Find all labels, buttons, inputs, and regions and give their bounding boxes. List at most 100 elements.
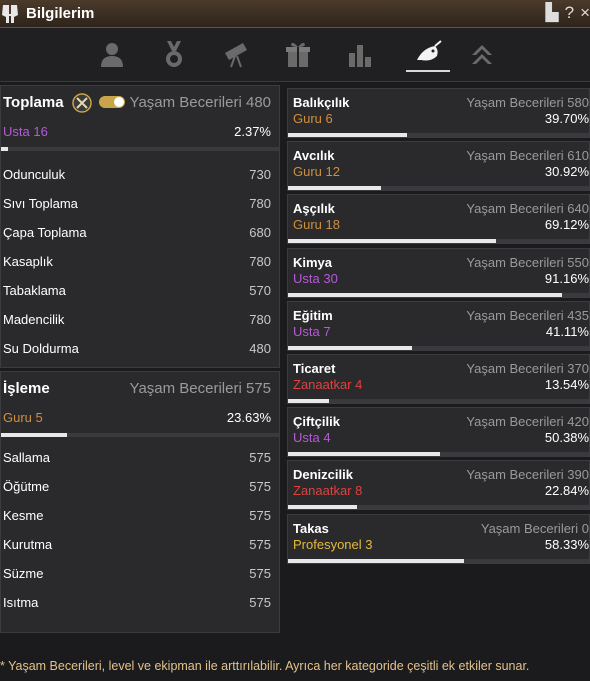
- skill-name: Su Doldurma: [3, 341, 79, 356]
- close-icon[interactable]: ×: [580, 3, 590, 23]
- medal-tab[interactable]: [152, 36, 196, 72]
- skill-value: 575: [249, 508, 271, 523]
- skill-card-progress-track: [288, 558, 589, 563]
- skill-card-percent: 50.38%: [544, 430, 589, 446]
- skill-card-progress-track: [288, 239, 589, 244]
- toggle-knob: [114, 97, 124, 107]
- skill-card-name: Ticaret: [293, 361, 336, 376]
- list-item: Kasaplık 780: [1, 247, 279, 276]
- skill-card-progress-fill: [288, 133, 408, 137]
- skill-card-percent: 39.70%: [544, 111, 589, 126]
- skill-value: 575: [249, 566, 271, 581]
- skill-card-progress-fill: [288, 399, 329, 403]
- skill-card-level: Usta 30: [293, 270, 338, 286]
- fishing-icon: [417, 40, 442, 61]
- skill-card-progress-fill: [288, 345, 412, 350]
- gathering-progress-track: [1, 147, 279, 151]
- title-bar: Bilgilerim ▙ ? ×: [0, 0, 590, 28]
- skill-name: Sıvı Toplama: [3, 196, 78, 211]
- gathering-panel: Toplama Yaşam Becerileri 480 Usta 16 2.3…: [0, 85, 280, 368]
- gift-tab[interactable]: [276, 36, 320, 72]
- gathering-level: Usta 16: [3, 124, 48, 139]
- skill-card-progress-track: [288, 292, 589, 297]
- skill-card-progress-fill: [288, 558, 464, 563]
- skill-value: 780: [249, 196, 271, 211]
- skill-card-name: Aşçılık: [293, 201, 335, 217]
- life-skill-tab[interactable]: [406, 36, 450, 72]
- processing-life-skill: Yaşam Becerileri 575: [129, 380, 271, 397]
- skill-card-progress-track: [288, 345, 589, 350]
- skill-card-progress-fill: [288, 239, 497, 244]
- skill-card-progress-track: [288, 186, 589, 191]
- telescope-tab[interactable]: [214, 36, 258, 72]
- list-item: Sıvı Toplama 780: [1, 189, 279, 218]
- gift-icon: [286, 42, 310, 67]
- telescope-icon: [225, 43, 247, 68]
- skill-card-life: Yaşam Becerileri 370: [466, 361, 589, 376]
- skill-value: 480: [249, 341, 271, 356]
- skill-card-life: Yaşam Becerileri 610: [466, 148, 589, 164]
- skill-card-level: Profesyonel 3: [293, 536, 373, 552]
- gathering-list: Odunculuk 730 Sıvı Toplama 780 Çapa Toplama 6…: [1, 160, 279, 363]
- document-icon[interactable]: ▙: [546, 3, 559, 23]
- skill-name: Süzme: [3, 566, 44, 581]
- list-item: Süzme 575: [1, 559, 279, 588]
- list-item: Tabaklama 570: [1, 276, 279, 305]
- skill-card[interactable]: Takas Yaşam Becerileri 0 Profesyonel 3 58.3…: [287, 513, 590, 564]
- skill-card-name: Takas: [293, 520, 329, 536]
- skill-card[interactable]: Ticaret Yaşam Becerileri 370 Zanaatkar 4 13…: [287, 354, 590, 404]
- skill-card-progress-fill: [288, 186, 382, 191]
- list-item: Sallama 575: [1, 443, 279, 472]
- tab-bar: [0, 28, 590, 82]
- skill-card-life: Yaşam Becerileri 390: [466, 467, 589, 483]
- list-item: Su Doldurma 480: [1, 334, 279, 363]
- skill-name: Sallama: [3, 450, 50, 465]
- skill-card[interactable]: Eğitim Yaşam Becerileri 435 Usta 7 41.11%: [287, 300, 590, 351]
- list-item: Kurutma 575: [1, 530, 279, 559]
- stats-tab[interactable]: [338, 36, 382, 72]
- skill-card-level: Guru 12: [293, 164, 340, 180]
- skill-card[interactable]: Avcılık Yaşam Becerileri 610 Guru 12 30.92%: [287, 141, 590, 192]
- help-icon[interactable]: ?: [565, 3, 574, 23]
- window-title: Bilgilerim: [26, 5, 95, 22]
- skill-card[interactable]: Çiftçilik Yaşam Becerileri 420 Usta 4 50.38…: [287, 407, 590, 458]
- skill-card-progress-track: [288, 399, 589, 403]
- skill-card-level: Guru 6: [293, 111, 333, 126]
- skill-name: Madencilik: [3, 312, 65, 327]
- skill-card-percent: 13.54%: [544, 377, 589, 392]
- gathering-toggle[interactable]: [99, 96, 125, 108]
- skill-card-percent: 41.11%: [545, 323, 589, 339]
- list-item: Çapa Toplama 680: [1, 218, 279, 247]
- skill-name: Kasaplık: [3, 254, 53, 269]
- skill-value: 575: [249, 537, 271, 552]
- rank-tab[interactable]: [460, 36, 504, 72]
- skill-card[interactable]: Denizcilik Yaşam Becerileri 390 Zanaatkar …: [287, 460, 590, 511]
- skill-card[interactable]: Kimya Yaşam Becerileri 550 Usta 30 91.16%: [287, 247, 590, 298]
- processing-level: Guru 5: [3, 410, 43, 425]
- skill-card[interactable]: Balıkçılık Yaşam Becerileri 580 Guru 6 39.7…: [287, 88, 590, 138]
- skill-value: 575: [249, 479, 271, 494]
- skill-card[interactable]: Aşçılık Yaşam Becerileri 640 Guru 18 69.12%: [287, 194, 590, 245]
- skill-card-name: Çiftçilik: [293, 414, 340, 430]
- gathering-life-skill: Yaşam Becerileri 480: [129, 94, 271, 111]
- gathering-progress-fill: [1, 147, 8, 151]
- skill-card-life: Yaşam Becerileri 0: [480, 520, 589, 536]
- list-item: Madencilik 780: [1, 305, 279, 334]
- profile-tab[interactable]: [90, 36, 134, 72]
- skill-card-life: Yaşam Becerileri 550: [466, 254, 589, 270]
- skill-card-name: Denizcilik: [293, 467, 353, 483]
- processing-progress-fill: [1, 433, 67, 437]
- processing-progress-track: [1, 433, 279, 437]
- skill-value: 780: [249, 254, 271, 269]
- skill-card-progress-track: [288, 452, 589, 457]
- skill-card-name: Balıkçılık: [293, 95, 350, 110]
- spartan-helmet-icon: [2, 5, 18, 23]
- skill-value: 730: [249, 167, 271, 182]
- skill-value: 780: [249, 312, 271, 327]
- chevrons-up-icon: [472, 45, 492, 64]
- footer-note: * Yaşam Becerileri, level ve ekipman ile…: [0, 659, 530, 673]
- gathering-title: Toplama: [3, 94, 64, 111]
- skill-card-level: Usta 4: [293, 430, 331, 446]
- skill-card-life: Yaşam Becerileri 420: [466, 414, 589, 430]
- skill-value: 575: [249, 595, 271, 610]
